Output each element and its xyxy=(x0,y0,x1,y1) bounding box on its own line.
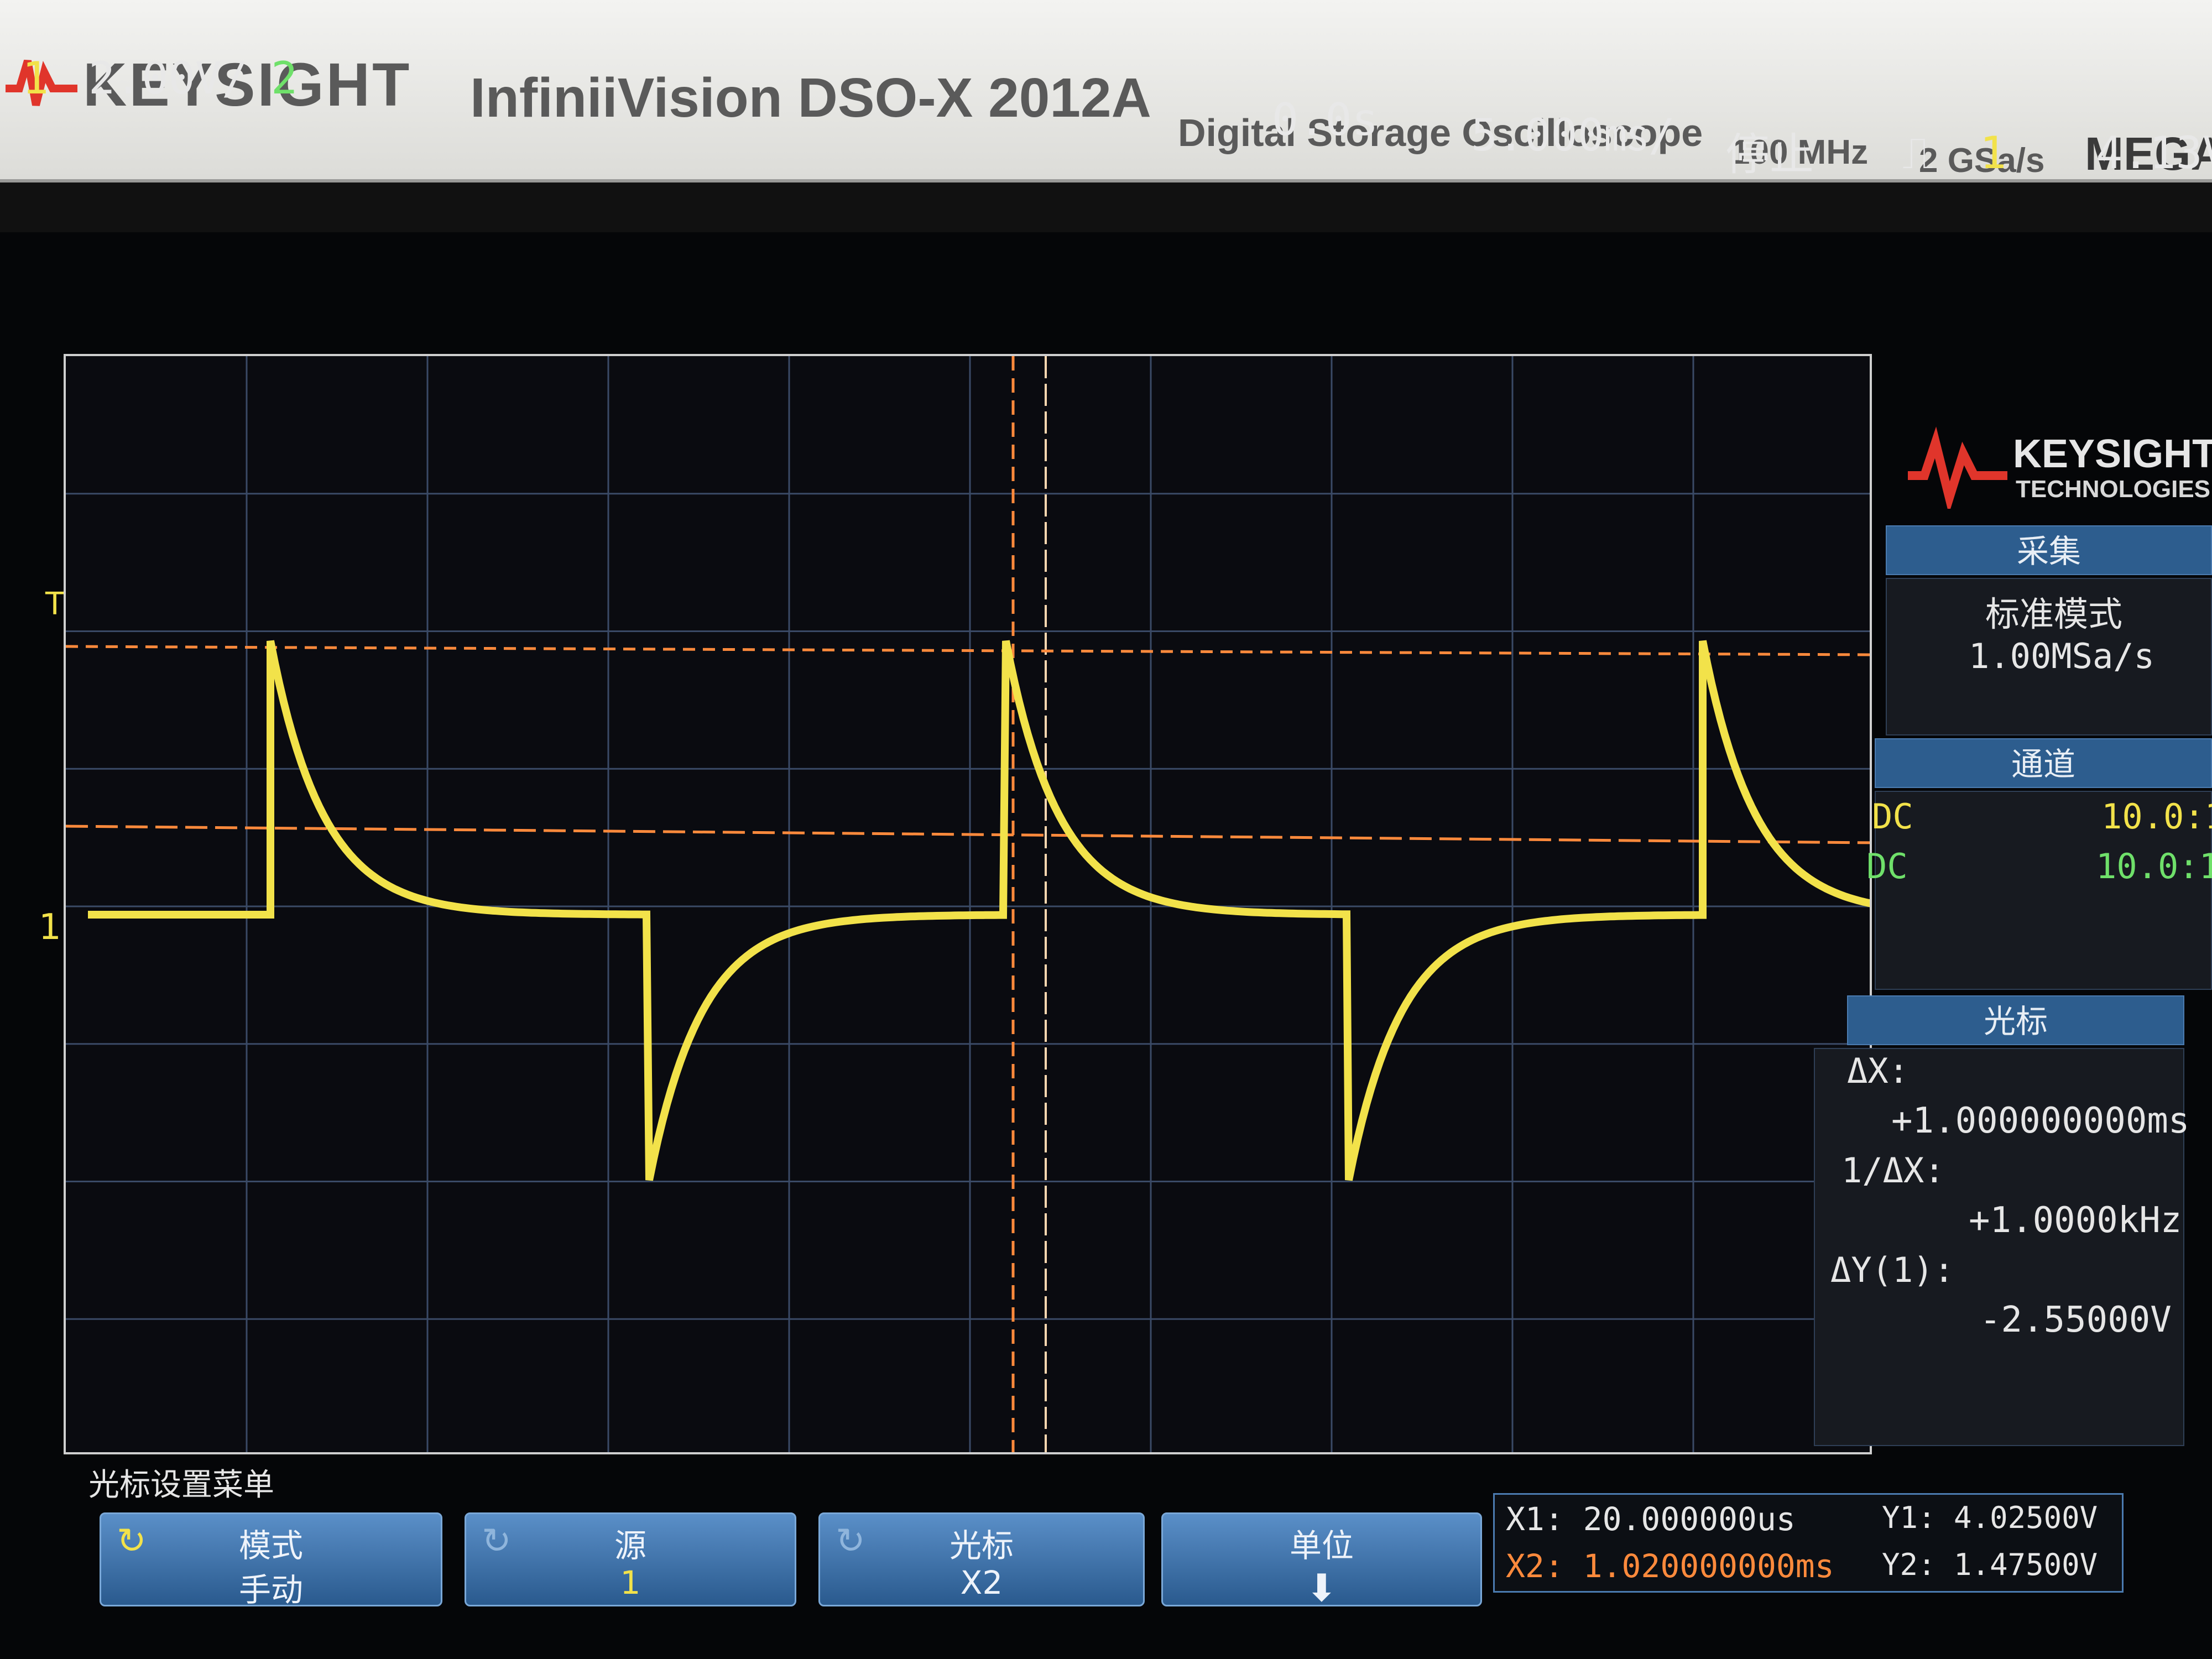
cursor-x1-readout: X1: 20.000000us xyxy=(1506,1500,1796,1538)
softkey-units[interactable]: 单位 ⬇ xyxy=(1161,1512,1482,1610)
trigger-level[interactable]: 4.13V xyxy=(2096,127,2212,179)
inverse-delta-x-value: +1.0000kHz xyxy=(1969,1200,2182,1241)
side-logo-word: KEYSIGHT xyxy=(2013,432,2212,476)
acquire-rate: 1.00MSa/s xyxy=(1969,636,2154,676)
model-name: InfiniiVision DSO-X 2012A xyxy=(470,67,1151,129)
delta-x-label: ΔX: xyxy=(1847,1051,1909,1091)
cursor-y2-readout: Y2: 1.47500V xyxy=(1882,1547,2098,1582)
channel-2-coupling: DC xyxy=(1866,846,1908,886)
softkey-mode-value: 手动 xyxy=(238,1571,303,1609)
softkey-mode[interactable]: ↻ 模式 手动 xyxy=(100,1512,442,1609)
trigger-source[interactable]: 1 xyxy=(1980,127,2006,179)
cursor-y1-readout: Y1: 4.02500V xyxy=(1882,1500,2098,1535)
delta-y-value: -2.55000V xyxy=(1980,1300,2172,1340)
cursor-menu-title: 光标设置菜单 xyxy=(88,1467,274,1503)
cursor-panel-header[interactable]: 光标 xyxy=(1847,995,2184,1045)
channel-1-ground-marker[interactable]: 1 xyxy=(39,907,61,948)
cursor-y1-line xyxy=(66,645,1870,656)
time-delay[interactable]: 0.0s xyxy=(1272,94,1379,145)
rising-edge-icon: ⎍ xyxy=(1902,127,1933,179)
softkey-source-value: 1 xyxy=(620,1564,641,1601)
waveform-canvas xyxy=(66,356,1870,1452)
trigger-level-marker: T xyxy=(45,586,65,622)
side-logo-sub: TECHNOLOGIES xyxy=(2016,476,2211,503)
softkey-cursors-value: X2 xyxy=(960,1564,1003,1601)
softkey-cursors-label: 光标 xyxy=(949,1527,1014,1564)
cursor-readout: X1: 20.000000us X2: 1.020000000ms Y1: 4.… xyxy=(1493,1493,2124,1593)
waveform-graticule xyxy=(64,354,1872,1454)
softkey-units-label: 单位 xyxy=(1289,1527,1354,1564)
cursor-x2-readout: X2: 1.020000000ms xyxy=(1506,1547,1834,1585)
softkey-mode-label: 模式 xyxy=(238,1527,303,1564)
softkey-source-label: 源 xyxy=(614,1527,646,1564)
grid-lines xyxy=(66,356,1870,1452)
acquire-panel-header[interactable]: 采集 xyxy=(1886,525,2212,575)
delta-y-label: ΔY(1): xyxy=(1830,1250,1954,1290)
submenu-arrow-down-icon: ⬇ xyxy=(1306,1567,1338,1610)
softkey-source[interactable]: ↻ 源 1 xyxy=(465,1512,796,1606)
channel-2-probe: 10.0:1 xyxy=(2096,846,2212,886)
oscilloscope-bezel: KEYSIGHT InfiniiVision DSO-X 2012A Digit… xyxy=(0,0,2212,182)
channel-1-number[interactable]: 1 xyxy=(22,53,49,104)
channel-1-trace xyxy=(88,640,1870,1181)
keysight-wave-logo-icon xyxy=(1908,426,2007,509)
softkey-cursors[interactable]: ↻ 光标 X2 xyxy=(818,1512,1145,1606)
channel-1-coupling: DC xyxy=(1872,796,1913,837)
channel-1-probe: 10.0:1 xyxy=(2101,796,2212,837)
run-status: 停止 xyxy=(1725,129,1814,180)
channel-2-number[interactable]: 2 xyxy=(271,53,298,104)
channel-panel-header[interactable]: 通道 xyxy=(1875,738,2212,788)
time-scale[interactable]: 5.000㎳/ xyxy=(1471,100,1675,164)
channel-1-scale[interactable]: 2.00V/ xyxy=(88,53,248,104)
inverse-delta-x-label: 1/ΔX: xyxy=(1841,1150,1945,1191)
acquire-mode: 标准模式 xyxy=(1985,594,2123,634)
delta-x-value: +1.000000000ms xyxy=(1891,1100,2190,1141)
